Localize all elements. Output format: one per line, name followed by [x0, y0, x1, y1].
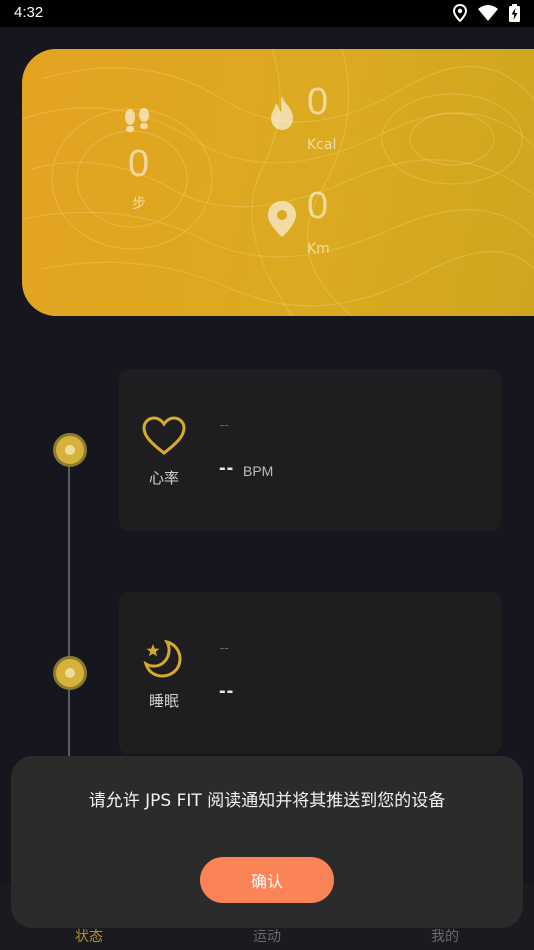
km-value: 0	[307, 185, 329, 227]
kcal-value: 0	[307, 81, 329, 123]
status-icons	[447, 4, 520, 22]
timeline-line	[68, 450, 70, 770]
heart-rate-unit: BPM	[243, 463, 274, 479]
flame-icon	[271, 96, 293, 130]
dialog-message: 请允许 JPS FIT 阅读通知并将其推送到您的设备	[88, 791, 446, 811]
kcal-label: Kcal	[307, 137, 337, 153]
steps-label: 步	[132, 196, 146, 212]
heart-rate-label: 心率	[148, 469, 179, 487]
km-label: Km	[307, 241, 330, 257]
nav-tab-sport[interactable]: 运动	[217, 926, 317, 946]
wifi-icon	[477, 5, 498, 21]
timeline-dot-heart-rate	[53, 433, 87, 467]
heart-rate-value: --	[219, 457, 235, 479]
heart-rate-time: --	[220, 418, 229, 432]
location-icon	[452, 4, 467, 22]
nav-tab-profile[interactable]: 我的	[395, 926, 495, 946]
sleep-label: 睡眠	[148, 692, 179, 710]
sleep-card[interactable]: 睡眠 -- --	[119, 592, 501, 754]
heart-icon	[142, 416, 186, 455]
footprints-icon	[125, 108, 149, 132]
map-pin-icon	[268, 201, 296, 237]
status-bar: 4:32	[0, 0, 534, 27]
heart-rate-card[interactable]: 心率 -- -- BPM	[119, 369, 501, 531]
sleep-time: --	[220, 641, 229, 655]
confirm-button[interactable]: 确认	[200, 857, 334, 903]
sleep-value: --	[219, 680, 235, 702]
timeline-dot-sleep	[53, 656, 87, 690]
nav-tab-status[interactable]: 状态	[39, 926, 139, 946]
notification-permission-dialog: 请允许 JPS FIT 阅读通知并将其推送到您的设备 确认	[11, 756, 523, 928]
status-time: 4:32	[14, 4, 44, 21]
moon-icon	[143, 639, 182, 678]
steps-value: 0	[128, 143, 150, 185]
contour-pattern	[22, 49, 534, 316]
battery-charging-icon	[509, 4, 520, 22]
activity-summary-card: 0 步 0 Kcal 0 Km	[22, 49, 534, 316]
